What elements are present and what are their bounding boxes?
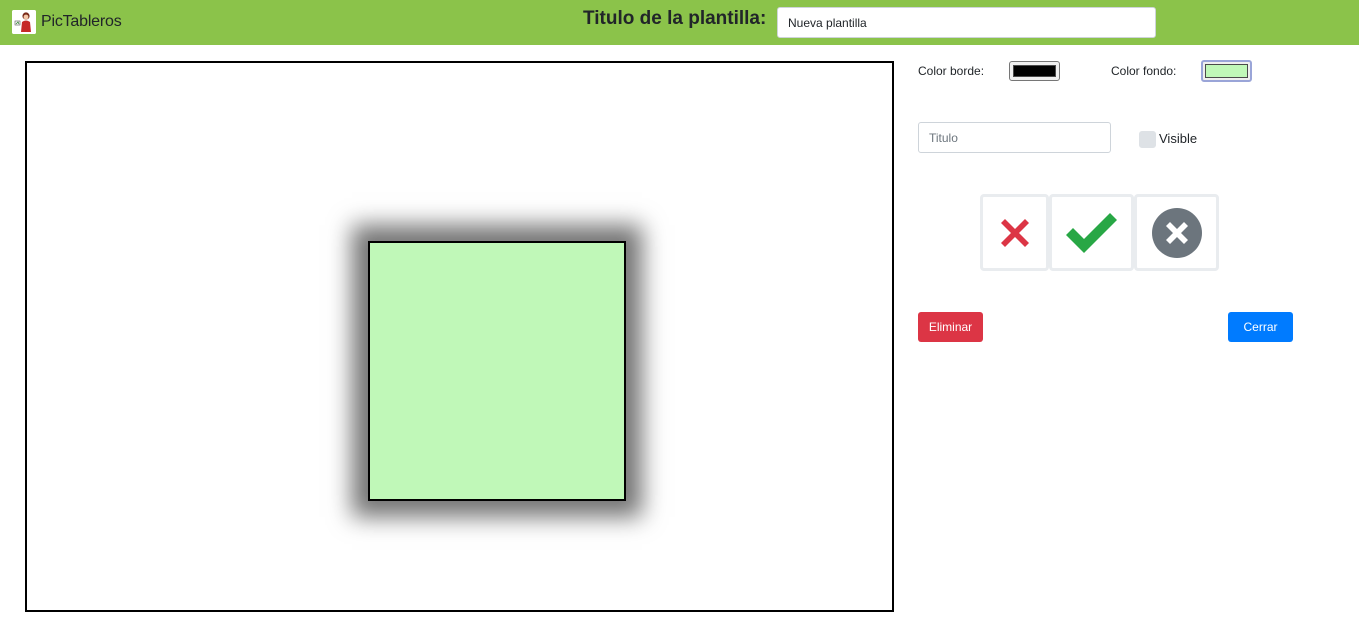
brand-logo-icon	[12, 10, 36, 34]
circle-x-option[interactable]	[1134, 194, 1219, 271]
visible-label: Visible	[1159, 131, 1198, 146]
visible-checkbox[interactable]	[1139, 131, 1156, 148]
brand-name: PicTableros	[41, 13, 122, 30]
x-mark-icon	[1000, 218, 1029, 247]
selected-cell-shape[interactable]	[368, 241, 626, 501]
template-title-label: Titulo de la plantilla:	[583, 8, 767, 29]
template-title-input[interactable]	[777, 7, 1156, 38]
cell-title-input[interactable]	[918, 122, 1111, 153]
check-mark-option[interactable]	[1049, 194, 1134, 271]
board-canvas[interactable]	[25, 61, 894, 612]
brand-link[interactable]: PicTableros	[12, 9, 122, 35]
top-navbar: PicTableros Titulo de la plantilla:	[0, 0, 1359, 45]
background-color-picker[interactable]	[1201, 60, 1252, 82]
x-mark-option[interactable]	[980, 194, 1049, 271]
border-color-label: Color borde:	[918, 64, 985, 78]
background-color-swatch	[1205, 64, 1248, 78]
border-color-picker[interactable]	[1009, 61, 1060, 81]
delete-button[interactable]: Eliminar	[918, 312, 983, 342]
circle-x-icon	[1151, 207, 1202, 258]
check-mark-icon	[1065, 212, 1117, 253]
close-button[interactable]: Cerrar	[1228, 312, 1293, 342]
background-color-label: Color fondo:	[1111, 64, 1177, 78]
border-color-swatch	[1013, 65, 1056, 77]
